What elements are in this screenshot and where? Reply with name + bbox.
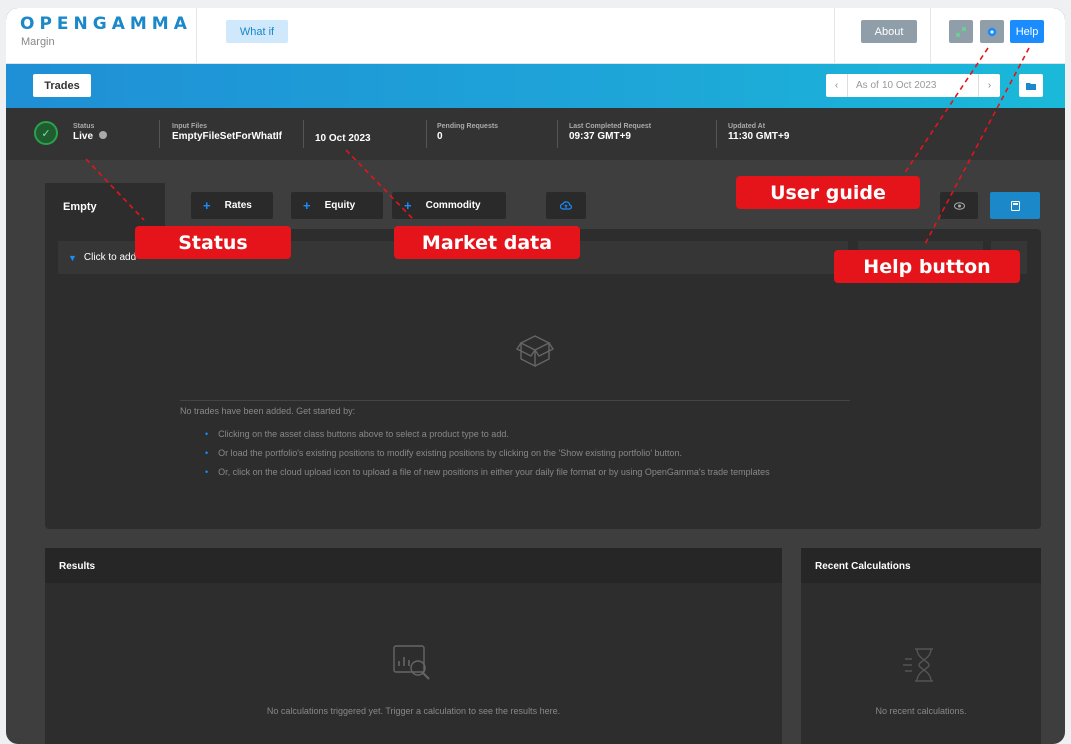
annotation-lines (85, 47, 1030, 247)
help-button-callout: Help button (834, 250, 1020, 283)
app-window: OPENGAMMA Margin What if About Help Trad… (6, 8, 1065, 744)
status-callout: Status (135, 226, 291, 259)
user-guide-callout: User guide (736, 176, 920, 209)
market-data-callout: Market data (394, 226, 580, 259)
